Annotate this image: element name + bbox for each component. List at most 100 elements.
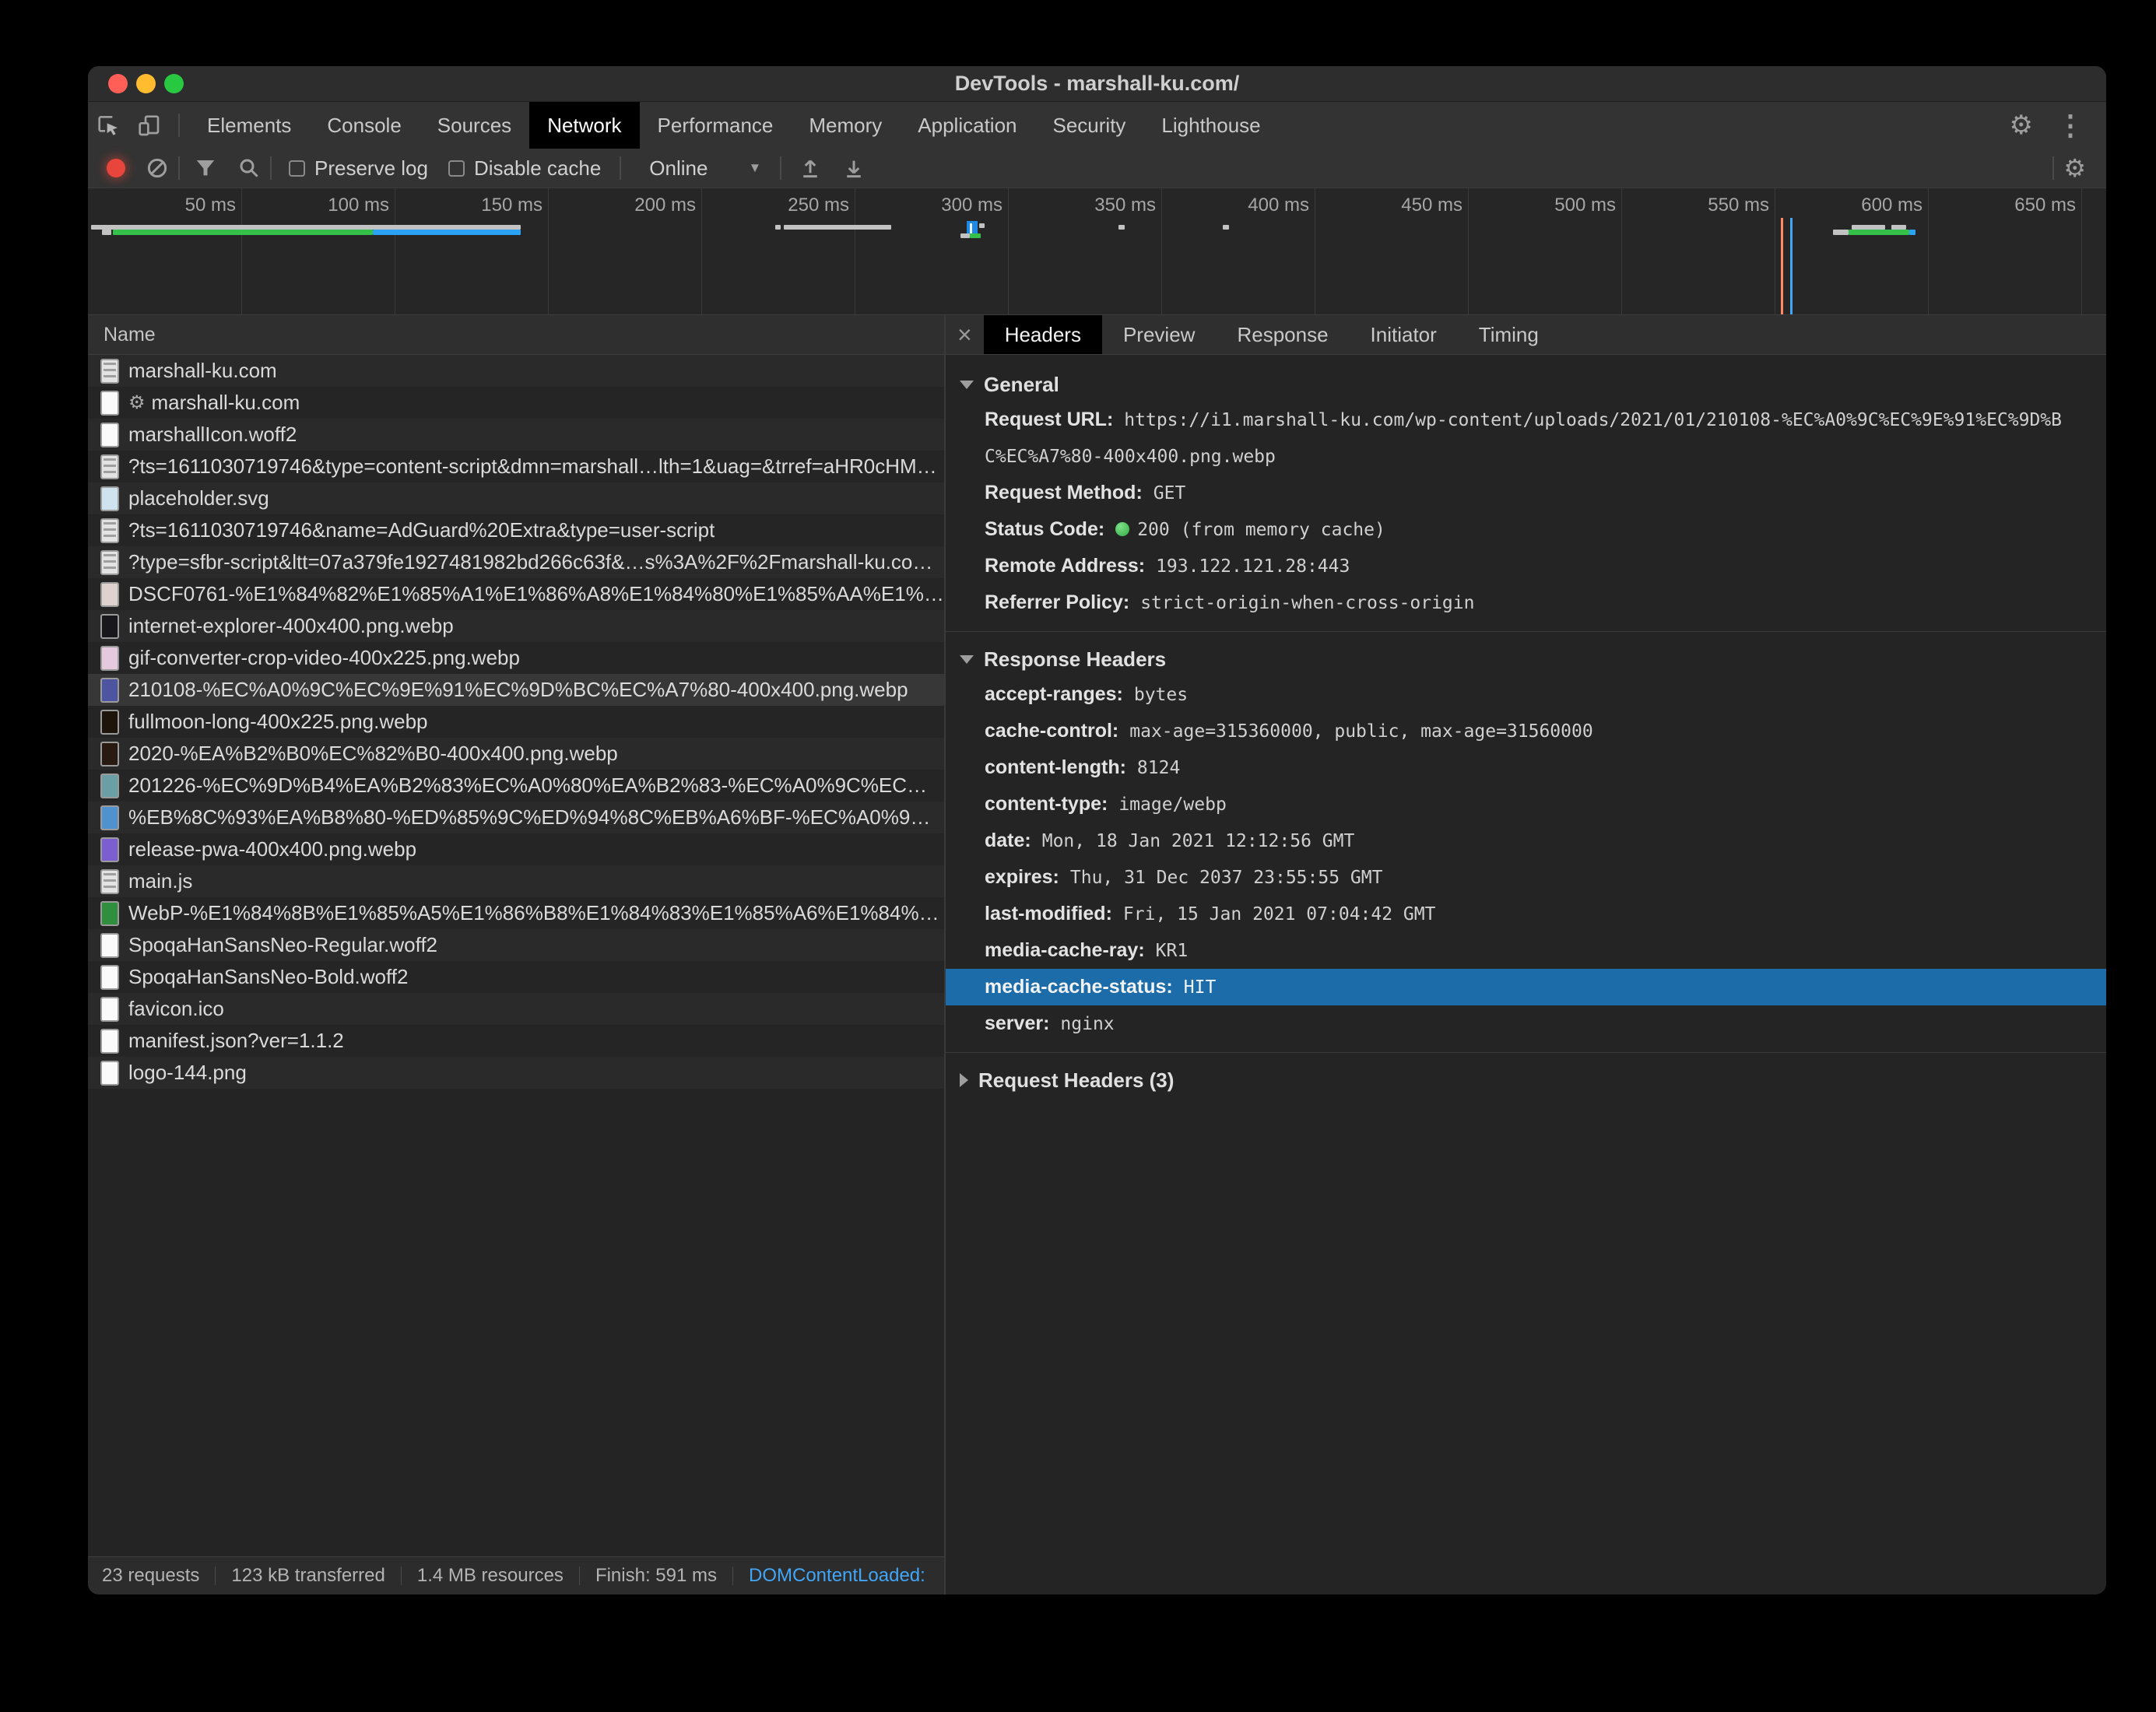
detail-tab-initiator[interactable]: Initiator xyxy=(1350,315,1458,354)
waterfall-bar xyxy=(1849,230,1910,235)
request-row[interactable]: WebP-%E1%84%8B%E1%85%A5%E1%86%B8%E1%84%8… xyxy=(88,897,944,929)
tab-network[interactable]: Network xyxy=(529,102,639,149)
request-name: ?ts=1611030719746&name=AdGuard%20Extra&t… xyxy=(128,518,715,542)
tab-performance[interactable]: Performance xyxy=(640,102,792,149)
request-row[interactable]: DSCF0761-%E1%84%82%E1%85%A1%E1%86%A8%E1%… xyxy=(88,578,944,610)
toolbar-divider xyxy=(178,114,180,137)
request-name: favicon.ico xyxy=(128,997,224,1021)
timeline-tick-label: 500 ms xyxy=(1516,195,1616,216)
network-overview-timeline[interactable]: 50 ms100 ms150 ms200 ms250 ms300 ms350 m… xyxy=(88,188,2106,315)
preserve-log-toggle[interactable]: Preserve log xyxy=(289,156,428,181)
request-row[interactable]: marshallIcon.woff2 xyxy=(88,419,944,451)
request-row[interactable]: internet-explorer-400x400.png.webp xyxy=(88,610,944,642)
more-options-kebab-icon[interactable]: ⋮ xyxy=(2056,111,2084,139)
tab-security[interactable]: Security xyxy=(1035,102,1144,149)
header-value: max-age=315360000, public, max-age=31560… xyxy=(1129,721,1592,742)
general-section-header[interactable]: General xyxy=(946,367,2106,402)
header-key: server: xyxy=(985,1012,1049,1034)
response-header-row: media-cache-status:HIT xyxy=(946,969,2106,1005)
timeline-tick-label: 600 ms xyxy=(1823,195,1922,216)
request-row[interactable]: main.js xyxy=(88,865,944,897)
footer-item: 23 requests xyxy=(102,1565,199,1587)
response-header-row: last-modified:Fri, 15 Jan 2021 07:04:42 … xyxy=(946,896,2106,932)
timeline-gridline xyxy=(241,188,242,314)
close-window-button[interactable] xyxy=(108,74,128,93)
settings-gear-icon[interactable]: ⚙ xyxy=(2010,112,2033,139)
file-icon xyxy=(100,1029,119,1054)
request-row[interactable]: fullmoon-long-400x225.png.webp xyxy=(88,706,944,738)
clear-network-log-icon[interactable] xyxy=(146,156,169,180)
export-har-icon[interactable] xyxy=(842,156,866,180)
request-row[interactable]: 2020-%EA%B2%B0%EC%82%B0-400x400.png.webp xyxy=(88,738,944,770)
header-key: cache-control: xyxy=(985,720,1118,742)
search-icon[interactable] xyxy=(237,156,261,180)
minimize-window-button[interactable] xyxy=(136,74,156,93)
request-row[interactable]: 210108-%EC%A0%9C%EC%9E%91%EC%9D%BC%EC%A7… xyxy=(88,674,944,706)
window-controls xyxy=(108,74,184,93)
throttling-value: Online xyxy=(649,156,708,181)
timeline-tick-label: 650 ms xyxy=(1976,195,2076,216)
disable-cache-toggle[interactable]: Disable cache xyxy=(448,156,601,181)
throttling-dropdown[interactable]: Online ▼ xyxy=(649,156,761,181)
request-details-pane: × HeadersPreviewResponseInitiatorTiming … xyxy=(946,315,2106,1594)
file-icon xyxy=(100,997,119,1022)
tab-elements[interactable]: Elements xyxy=(189,102,309,149)
tab-application[interactable]: Application xyxy=(900,102,1034,149)
tab-lighthouse[interactable]: Lighthouse xyxy=(1143,102,1278,149)
detail-tab-preview[interactable]: Preview xyxy=(1102,315,1216,354)
request-row[interactable]: gif-converter-crop-video-400x225.png.web… xyxy=(88,642,944,674)
preserve-log-label: Preserve log xyxy=(314,156,428,181)
detail-tab-timing[interactable]: Timing xyxy=(1458,315,1560,354)
filter-icon[interactable] xyxy=(194,156,217,180)
zoom-window-button[interactable] xyxy=(164,74,184,93)
request-row[interactable]: marshall-ku.com xyxy=(88,355,944,387)
inspect-element-icon[interactable] xyxy=(88,102,128,149)
chevron-down-icon: ▼ xyxy=(748,160,761,176)
timeline-tick-label: 400 ms xyxy=(1210,195,1309,216)
network-main-area: Name marshall-ku.com⚙marshall-ku.commars… xyxy=(88,315,2106,1594)
toolbar-divider xyxy=(2052,156,2054,180)
header-key: expires: xyxy=(985,866,1059,888)
request-row[interactable]: release-pwa-400x400.png.webp xyxy=(88,833,944,865)
section-separator xyxy=(946,631,2106,632)
timeline-tick-label: 50 ms xyxy=(136,195,236,216)
request-row[interactable]: favicon.ico xyxy=(88,993,944,1025)
waterfall-bar xyxy=(775,225,781,230)
request-list-header[interactable]: Name xyxy=(88,315,944,355)
file-icon xyxy=(100,518,119,543)
request-row[interactable]: SpoqaHanSansNeo-Bold.woff2 xyxy=(88,961,944,993)
disable-cache-checkbox[interactable] xyxy=(448,160,465,177)
request-headers-title: Request Headers (3) xyxy=(978,1068,1174,1093)
tab-sources[interactable]: Sources xyxy=(420,102,529,149)
request-row[interactable]: logo-144.png xyxy=(88,1057,944,1089)
request-name: ?ts=1611030719746&type=content-script&dm… xyxy=(128,454,944,479)
request-row[interactable]: ⚙marshall-ku.com xyxy=(88,387,944,419)
tab-console[interactable]: Console xyxy=(309,102,419,149)
response-headers-section-header[interactable]: Response Headers xyxy=(946,642,2106,676)
import-har-icon[interactable] xyxy=(799,156,822,180)
image-thumbnail-icon xyxy=(100,614,119,639)
preserve-log-checkbox[interactable] xyxy=(289,160,305,177)
network-settings-gear-icon[interactable]: ⚙ xyxy=(2063,155,2086,181)
name-column-header[interactable]: Name xyxy=(104,324,156,346)
request-row[interactable]: ?ts=1611030719746&name=AdGuard%20Extra&t… xyxy=(88,514,944,546)
request-row[interactable]: ?type=sfbr-script&ltt=07a379fe1927481982… xyxy=(88,546,944,578)
header-value: KR1 xyxy=(1156,941,1189,961)
response-header-row: content-type:image/webp xyxy=(946,786,2106,823)
request-name: SpoqaHanSansNeo-Bold.woff2 xyxy=(128,965,408,989)
device-toolbar-icon[interactable] xyxy=(128,102,169,149)
request-headers-section-header[interactable]: Request Headers (3) xyxy=(946,1063,2106,1097)
detail-tab-response[interactable]: Response xyxy=(1216,315,1349,354)
request-row[interactable]: ?ts=1611030719746&type=content-script&dm… xyxy=(88,451,944,482)
request-row[interactable]: placeholder.svg xyxy=(88,482,944,514)
request-row[interactable]: 201226-%EC%9D%B4%EA%B2%83%EC%A0%80%EA%B2… xyxy=(88,770,944,802)
detail-tab-headers[interactable]: Headers xyxy=(984,315,1102,354)
close-details-icon[interactable]: × xyxy=(946,315,984,354)
request-row[interactable]: manifest.json?ver=1.1.2 xyxy=(88,1025,944,1057)
tab-memory[interactable]: Memory xyxy=(791,102,900,149)
footer-item: 1.4 MB resources xyxy=(417,1565,564,1587)
record-network-log-icon[interactable] xyxy=(107,159,125,177)
file-icon xyxy=(100,933,119,958)
request-row[interactable]: SpoqaHanSansNeo-Regular.woff2 xyxy=(88,929,944,961)
request-row[interactable]: %EB%8C%93%EA%B8%80-%ED%85%9C%ED%94%8C%EB… xyxy=(88,802,944,833)
